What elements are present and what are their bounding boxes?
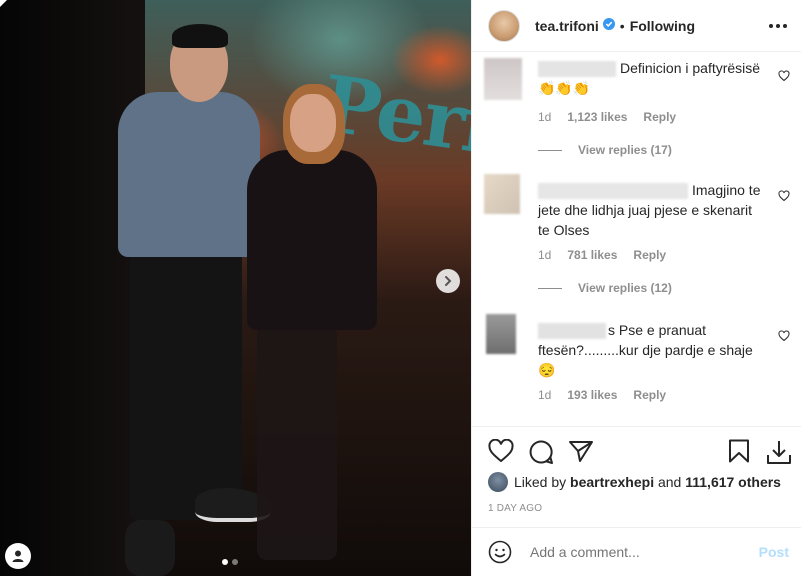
reply-button[interactable]: Reply bbox=[643, 110, 676, 124]
heart-icon[interactable] bbox=[778, 70, 790, 82]
post-date[interactable]: 1 DAY AGO bbox=[488, 503, 542, 514]
woman-figure-dress bbox=[247, 150, 377, 330]
comment-input[interactable] bbox=[528, 543, 759, 561]
comment-text-block: s Pse e pranuat ftesën?.........kur dje … bbox=[538, 320, 762, 380]
redacted-username bbox=[538, 61, 616, 78]
carousel-next-button[interactable] bbox=[436, 269, 460, 293]
man-figure-shirt bbox=[118, 92, 260, 257]
comments-list: Definicion i paftyrësisë👏👏👏 1d 1,123 lik… bbox=[472, 52, 801, 426]
view-replies-button[interactable]: View replies (17) bbox=[538, 143, 672, 157]
header-separator: • bbox=[619, 17, 625, 34]
user-tags-button[interactable] bbox=[5, 543, 31, 569]
post-sidebar: tea.trifoni • Following Definicion i paf… bbox=[471, 0, 801, 576]
woman-figure-face bbox=[290, 94, 336, 152]
redacted-username bbox=[538, 183, 688, 200]
heart-icon[interactable] bbox=[778, 330, 790, 342]
view-replies-label: View replies (12) bbox=[578, 281, 672, 295]
comment-icon[interactable] bbox=[528, 439, 554, 465]
comment-time: 1d bbox=[538, 248, 552, 262]
woman-figure-legs bbox=[257, 325, 337, 560]
carousel-dots bbox=[222, 559, 238, 565]
man-figure-legs bbox=[130, 250, 242, 520]
verified-icon bbox=[602, 17, 615, 35]
view-replies-label: View replies (17) bbox=[578, 143, 672, 157]
more-options-icon[interactable] bbox=[769, 23, 787, 28]
replies-divider bbox=[538, 149, 562, 151]
following-button[interactable]: Following bbox=[630, 18, 695, 34]
view-replies-button[interactable]: View replies (12) bbox=[538, 281, 672, 295]
comment-likes[interactable]: 1,123 likes bbox=[567, 110, 627, 124]
replies-divider bbox=[538, 287, 562, 289]
download-icon[interactable] bbox=[766, 439, 792, 465]
user-tag-icon bbox=[12, 550, 24, 562]
commenter-avatar[interactable] bbox=[484, 58, 522, 100]
liker-avatar[interactable] bbox=[488, 472, 508, 492]
carousel-dot bbox=[232, 559, 238, 565]
comment-meta: 1d 1,123 likes Reply bbox=[538, 110, 676, 124]
post-header: tea.trifoni • Following bbox=[472, 0, 801, 52]
redacted-username bbox=[538, 323, 606, 340]
comment-likes[interactable]: 193 likes bbox=[567, 388, 617, 402]
comment-time: 1d bbox=[538, 110, 552, 124]
reply-button[interactable]: Reply bbox=[633, 388, 666, 402]
likes-conj: and bbox=[657, 474, 682, 490]
author-username[interactable]: tea.trifoni bbox=[535, 18, 599, 34]
corner-marker bbox=[0, 0, 7, 7]
reply-button[interactable]: Reply bbox=[633, 248, 666, 262]
action-bar bbox=[472, 426, 801, 477]
man-figure-shoe bbox=[125, 520, 175, 576]
comment-text-block: Imagjino te jete dhe lidhja juaj pjese e… bbox=[538, 180, 762, 240]
next-arrow-icon bbox=[445, 276, 452, 286]
post-photo[interactable]: Perf bbox=[0, 0, 471, 576]
carousel-dot-active bbox=[222, 559, 228, 565]
add-comment-bar: Post bbox=[472, 527, 801, 576]
likes-summary: Liked by beartrexhepi and 111,617 others bbox=[488, 472, 791, 492]
heart-icon[interactable] bbox=[778, 190, 790, 202]
man-figure-hair bbox=[172, 24, 228, 48]
commenter-avatar[interactable] bbox=[484, 174, 520, 214]
share-icon[interactable] bbox=[568, 439, 594, 463]
comment-time: 1d bbox=[538, 388, 552, 402]
author-avatar[interactable] bbox=[488, 9, 520, 42]
comment-item: Definicion i paftyrësisë👏👏👏 1d 1,123 lik… bbox=[484, 58, 794, 162]
commenter-avatar[interactable] bbox=[484, 314, 518, 354]
comment-meta: 1d 193 likes Reply bbox=[538, 388, 666, 402]
bookmark-icon[interactable] bbox=[728, 439, 750, 463]
heart-icon[interactable] bbox=[488, 439, 514, 463]
dark-backdrop bbox=[0, 0, 145, 576]
post-button[interactable]: Post bbox=[759, 544, 789, 560]
comment-text-block: Definicion i paftyrësisë👏👏👏 bbox=[538, 58, 762, 98]
liker-username[interactable]: beartrexhepi bbox=[570, 474, 654, 490]
likes-count-link[interactable]: 111,617 others bbox=[685, 474, 781, 490]
comment-meta: 1d 781 likes Reply bbox=[538, 248, 666, 262]
emoji-icon[interactable] bbox=[488, 540, 512, 564]
likes-prefix: Liked by bbox=[514, 474, 567, 490]
comment-likes[interactable]: 781 likes bbox=[567, 248, 617, 262]
